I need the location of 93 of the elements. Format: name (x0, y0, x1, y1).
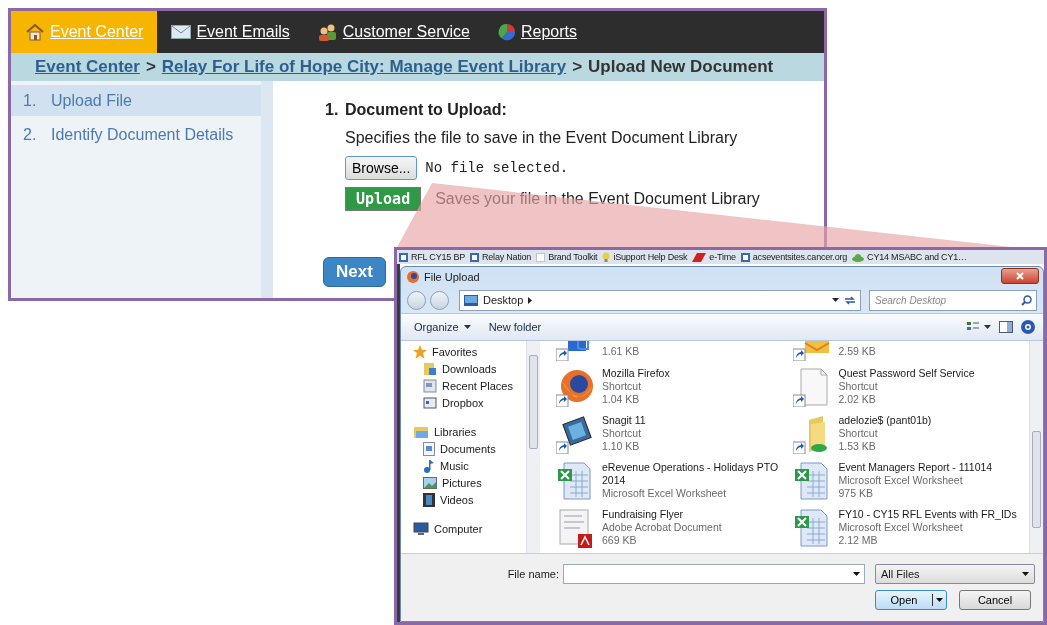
box-icon (423, 395, 437, 410)
file-item[interactable]: 1.61 KB (556, 341, 793, 365)
file-item[interactable]: Fundraising Flyer Adobe Acrobat Document 669 KB (556, 506, 793, 553)
breadcrumb-link[interactable]: Event Center (35, 57, 140, 77)
search-icon (1021, 294, 1032, 306)
upload-note: Saves your file in the Event Document Library (435, 189, 760, 208)
nav-group[interactable]: Favorites (413, 343, 526, 360)
computer-icon (413, 521, 429, 536)
toolbar-button[interactable]: New folder (483, 319, 547, 335)
places-icon (423, 378, 437, 393)
nav-group[interactable]: Libraries (413, 423, 526, 440)
nav-group[interactable]: Computer (413, 520, 526, 537)
firefox-icon (407, 271, 419, 283)
caret-icon (463, 325, 471, 329)
people-icon (317, 23, 338, 41)
caret-icon (853, 572, 860, 576)
envelope-icon (171, 25, 192, 39)
bookmark-item[interactable]: iSupport Help Desk (602, 252, 688, 262)
section-heading: 1. Document to Upload: (325, 101, 508, 119)
bookmark-item[interactable]: CY14 MSABC and CY1… (852, 252, 967, 262)
caret-icon (832, 298, 839, 302)
bookmark-item[interactable]: Relay Nation (470, 252, 532, 262)
dialog-title: File Upload (424, 271, 480, 283)
bookmark-item[interactable]: e-Time (692, 252, 736, 262)
file-item[interactable]: adelozie$ (pant01b) Shortcut 1.53 KB (792, 412, 1029, 459)
nav-item[interactable]: Dropbox (413, 394, 526, 411)
file-item[interactable]: Snagit 11 Shortcut 1.10 KB (556, 412, 793, 459)
file-item[interactable]: Mozilla Firefox Shortcut 1.04 KB (556, 365, 793, 412)
bookmark-item[interactable]: Brand Toolkit (536, 252, 598, 262)
cloud-icon (852, 252, 865, 262)
nav-item[interactable]: Documents (413, 440, 526, 457)
star-icon (413, 344, 427, 359)
folder-icon (423, 361, 437, 376)
breadcrumb-link[interactable]: Relay For Life of Hope City: Manage Event Library (161, 57, 567, 77)
search-field[interactable]: Search Desktop (869, 289, 1037, 311)
page-icon (399, 252, 408, 262)
close-icon (1016, 272, 1024, 280)
browse-button[interactable]: Browse... (345, 155, 418, 180)
file-name-label: File name: (506, 568, 559, 580)
nav-item[interactable]: Music (413, 457, 526, 474)
library-icon (413, 424, 429, 439)
caret-icon (936, 598, 943, 602)
bookmark-item[interactable]: RFL CY15 BP (399, 252, 465, 262)
nav-tab[interactable]: Reports (483, 11, 591, 53)
section-description: Specifies the file to save in the Event Document Library (345, 129, 739, 147)
file-item[interactable]: 2.59 KB (792, 341, 1029, 365)
cancel-button[interactable]: Cancel (959, 590, 1031, 610)
picture-icon (423, 476, 437, 489)
scrollbar[interactable] (1029, 341, 1043, 553)
chevron-right-icon (528, 296, 533, 304)
breadcrumb-separator: > (572, 57, 583, 77)
refresh-icon (844, 294, 856, 306)
step-item[interactable]: 2. Identify Document Details (11, 119, 261, 150)
document-icon (423, 441, 435, 456)
bookmark-item[interactable]: acseventsites.cancer.org (740, 252, 848, 262)
nav-tab[interactable]: Customer Service (303, 11, 484, 53)
nav-item[interactable]: Videos (413, 491, 526, 508)
nav-item[interactable]: Recent Places (413, 377, 526, 394)
help-icon (1021, 320, 1035, 334)
house-icon (25, 23, 45, 41)
file-item[interactable]: Quest Password Self Service Shortcut 2.02 KB (792, 365, 1029, 412)
page-icon (470, 252, 479, 262)
file-status: No file selected. (425, 159, 569, 176)
close-button[interactable] (1001, 268, 1039, 284)
blank-page-icon (536, 252, 546, 262)
forward-button[interactable] (430, 290, 449, 310)
nav-item[interactable]: Downloads (413, 360, 526, 377)
view-options-icon (967, 322, 991, 332)
desktop-icon (464, 294, 478, 306)
file-item[interactable]: Event Managers Report - 111014 Microsoft Excel Worksheet 975 KB (792, 459, 1029, 506)
breadcrumb-current: Upload New Document (588, 57, 774, 77)
music-note-icon (423, 458, 435, 473)
scrollbar[interactable] (526, 341, 540, 553)
firefox-shortcut-icon (556, 367, 596, 407)
open-button[interactable]: Open (875, 590, 947, 610)
toolbar-button[interactable]: Organize (409, 319, 476, 335)
bulb-icon (602, 252, 611, 262)
breadcrumb-separator: > (145, 57, 156, 77)
nav-tab[interactable]: Event Emails (157, 11, 304, 53)
caret-icon (1022, 572, 1029, 576)
film-icon (423, 492, 435, 507)
address-field[interactable]: Desktop (459, 289, 861, 311)
file-type-select[interactable]: All Files (875, 564, 1035, 584)
page-icon (740, 252, 750, 262)
preview-pane-icon (999, 321, 1013, 333)
nav-item[interactable]: Pictures (413, 474, 526, 491)
file-item[interactable]: FY10 - CY15 RFL Events with FR_IDs Microsoft Excel Worksheet 2.12 MB (792, 506, 1029, 553)
file-item[interactable]: eRevenue Operations - Holidays PTO 2014 Microsoft Excel Worksheet (556, 459, 793, 506)
file-name-field[interactable] (563, 564, 865, 584)
back-button[interactable] (407, 290, 426, 310)
next-button[interactable]: Next (323, 257, 386, 287)
pie-chart-icon (497, 23, 516, 41)
upload-button[interactable]: Upload (345, 186, 422, 211)
